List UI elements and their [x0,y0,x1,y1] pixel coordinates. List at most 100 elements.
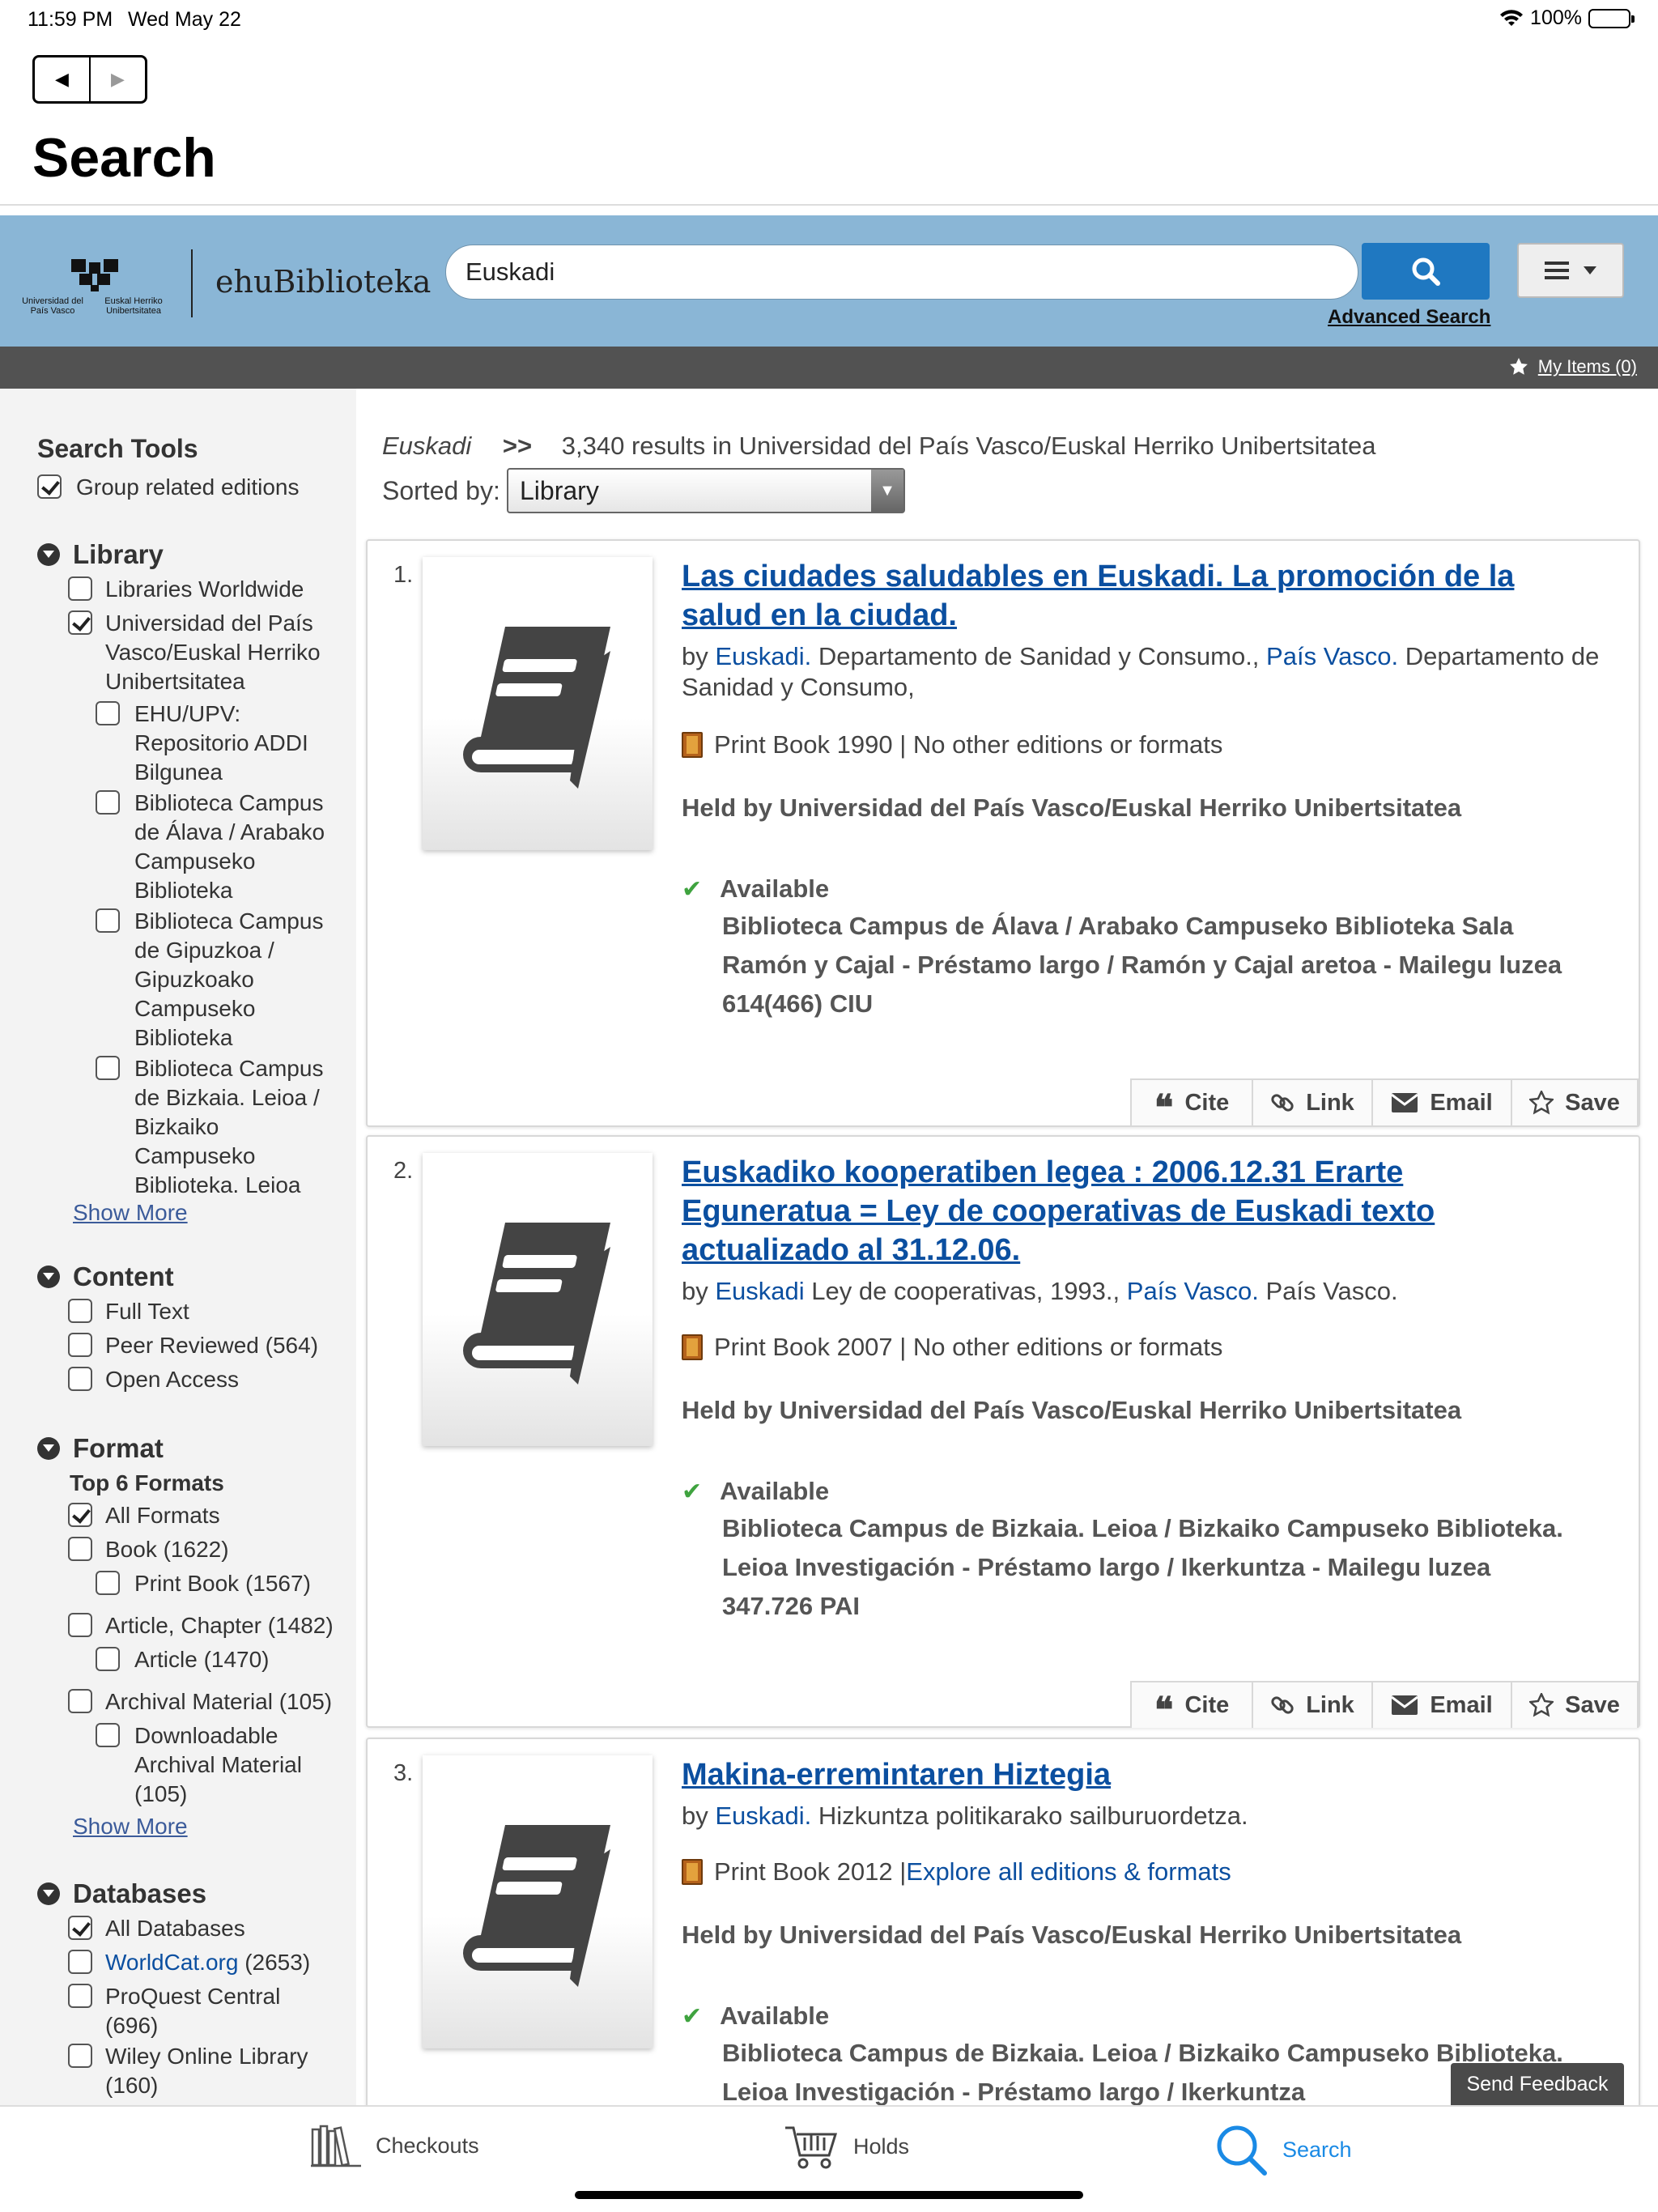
proquest-checkbox[interactable] [68,1984,92,2008]
by-label: by [682,1802,716,1830]
library-show-more-link[interactable]: Show More [73,1200,188,1226]
alava-label-line: Biblioteka [134,878,233,903]
format-heading[interactable]: Format [37,1433,164,1464]
book-cover[interactable] [423,557,653,850]
author-link[interactable]: Euskadi. [715,1802,811,1830]
bizkaia-label-line: Biblioteca Campus [134,1056,324,1081]
proquest-label: ProQuest Central (696) [105,1982,280,2040]
status-time: 11:59 PM [28,8,113,31]
alava-checkbox[interactable] [96,790,120,815]
result-title-link[interactable]: Makina-erremintaren Hiztegia [682,1755,1572,1794]
tab-holds[interactable]: Holds [784,2123,909,2170]
result-title-link[interactable]: Las ciudades saludables en Euskadi. La p… [682,557,1572,635]
author-link[interactable]: Euskadi. [715,642,811,670]
star-outline-icon [1529,1693,1554,1717]
menu-button[interactable] [1517,243,1624,298]
wiley-checkbox[interactable] [68,2044,92,2068]
cite-button[interactable]: ❝ Cite [1132,1080,1253,1126]
cite-button[interactable]: ❝ Cite [1132,1682,1253,1729]
send-feedback-button[interactable]: Send Feedback [1451,2063,1624,2105]
result-byline: by Euskadi. Departamento de Sanidad y Co… [682,641,1613,703]
availability-text: Available [720,874,830,903]
book-cover[interactable] [423,1153,653,1446]
sort-select-value: Library [520,475,599,505]
link-button[interactable]: Link [1253,1682,1373,1728]
peer-reviewed-checkbox[interactable] [68,1333,92,1357]
article-checkbox[interactable] [96,1647,120,1671]
logo-caption-right: Euskal Herriko Unibertsitatea [104,296,163,316]
tab-search[interactable]: Search [1214,2123,1352,2176]
email-button[interactable]: Email [1373,1080,1512,1125]
all-databases-checkbox[interactable] [68,1916,92,1940]
save-button[interactable]: Save [1512,1682,1639,1728]
article-chapter-checkbox[interactable] [68,1613,92,1637]
search-input[interactable]: Euskadi [445,245,1358,300]
brand-name[interactable]: ehuBiblioteka [215,264,431,300]
save-button[interactable]: Save [1512,1080,1639,1125]
result-card: 1. Las ciudades saludables en Euskadi. L… [366,539,1640,1127]
libraries-worldwide-checkbox[interactable] [68,576,92,601]
save-label: Save [1565,1691,1620,1718]
sort-select[interactable]: Library ▼ [507,468,905,513]
ehu-label-line: EHU/UPV: [134,701,241,726]
alava-label: Biblioteca Campus de Álava / Arabako Cam… [134,789,325,905]
save-label: Save [1565,1089,1620,1116]
nav-arrows: ◀ ▶ [32,55,147,104]
availability: ✔ Available [682,1477,829,1506]
format-show-more-link[interactable]: Show More [73,1814,188,1840]
upv-checkbox[interactable] [68,610,92,635]
tab-checkouts[interactable]: Checkouts [311,2123,479,2168]
forward-button[interactable]: ▶ [91,57,145,101]
format-text: Print Book 2012 | [714,1857,907,1886]
result-format: Print Book 2012 | Explore all editions &… [682,1857,1231,1887]
envelope-icon [1391,1093,1419,1112]
held-by: Held by Universidad del País Vasco/Euska… [682,1921,1462,1949]
gipuzkoa-label: Biblioteca Campus de Gipuzkoa / Gipuzkoa… [134,907,323,1053]
print-book-label: Print Book (1567) [134,1571,311,1596]
holding-location: Biblioteca Campus de Álava / Arabako Cam… [722,907,1596,1023]
result-actions: ❝ Cite Link Email Save [1130,1681,1639,1729]
back-button[interactable]: ◀ [35,57,91,101]
author-link[interactable]: Euskadi [715,1277,804,1305]
my-items-link[interactable]: My Items (0) [1509,356,1637,377]
book-cover[interactable] [423,1755,653,2048]
bizkaia-checkbox[interactable] [96,1056,120,1080]
logo-divider [191,249,193,317]
email-button[interactable]: Email [1373,1682,1512,1728]
book-checkbox[interactable] [68,1537,92,1561]
ehu-addi-checkbox[interactable] [96,701,120,725]
databases-heading[interactable]: Databases [37,1878,206,1909]
proquest-label-line: ProQuest Central [105,1984,281,2009]
author-link[interactable]: País Vasco. [1266,642,1398,670]
archival-checkbox[interactable] [68,1689,92,1713]
full-text-checkbox[interactable] [68,1299,92,1323]
search-button[interactable] [1362,243,1490,300]
all-formats-checkbox[interactable] [68,1503,92,1527]
result-title-link[interactable]: Euskadiko kooperatiben legea : 2006.12.3… [682,1153,1491,1270]
availability-text: Available [720,1477,830,1505]
search-icon [1412,257,1440,286]
advanced-search-link[interactable]: Advanced Search [1328,306,1490,329]
print-book-checkbox[interactable] [96,1571,120,1595]
upv-label-line: Vasco/Euskal Herriko [105,640,321,665]
author-link[interactable]: País Vasco. [1127,1277,1259,1305]
gipuzkoa-checkbox[interactable] [96,908,120,933]
worldcat-checkbox[interactable] [68,1950,92,1974]
content-heading[interactable]: Content [37,1261,174,1292]
upv-label: Universidad del País Vasco/Euskal Herrik… [105,609,321,696]
author-text: Hizkuntza politikarako sailburuordetza. [811,1802,1248,1830]
worldcat-label: WorldCat.org (2653) [105,1948,310,1977]
location-text: Biblioteca Campus de Álava / Arabako Cam… [722,912,1562,979]
worldcat-link[interactable]: WorldCat.org [105,1950,238,1975]
explore-editions-link[interactable]: Explore all editions & formats [906,1857,1231,1887]
library-heading[interactable]: Library [37,539,164,570]
author-text: País Vasco. [1258,1277,1398,1305]
downloadable-archival-checkbox[interactable] [96,1723,120,1747]
open-access-checkbox[interactable] [68,1367,92,1391]
caret-down-icon [1584,266,1596,274]
result-card: 2. Euskadiko kooperatiben legea : 2006.1… [366,1135,1640,1729]
email-label: Email [1430,1691,1493,1718]
result-actions: ❝ Cite Link Email Save [1130,1078,1639,1126]
group-editions-checkbox[interactable] [37,474,62,499]
link-button[interactable]: Link [1253,1080,1373,1125]
